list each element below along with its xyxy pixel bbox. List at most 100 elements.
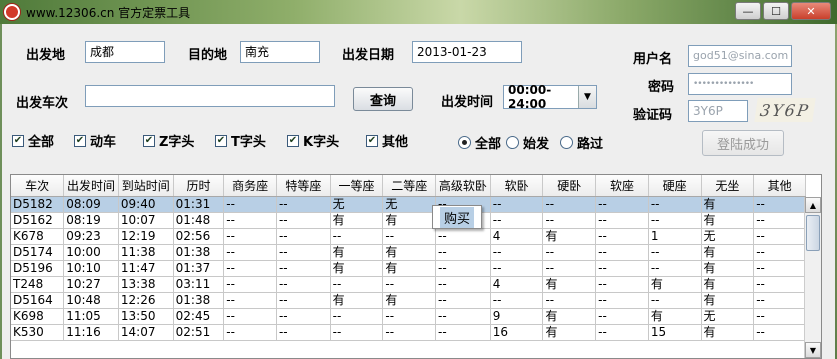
filter-t-label: T字头 (231, 135, 266, 150)
table-cell: D5164 (11, 292, 65, 309)
column-header[interactable]: 出发时间 (63, 175, 119, 197)
search-button[interactable]: 查询 (353, 87, 413, 111)
table-cell: -- (753, 212, 806, 229)
from-station-input[interactable]: 成都 (85, 41, 165, 63)
train-number-label: 出发车次 (16, 96, 69, 111)
arrow-up-icon[interactable]: ▲ (805, 197, 821, 213)
scrollbar-thumb[interactable] (806, 215, 820, 251)
window-controls: — ☐ ✕ (735, 2, 831, 20)
to-station-input[interactable]: 南充 (240, 41, 320, 63)
table-cell: 有 (382, 212, 437, 229)
table-cell: -- (753, 228, 806, 245)
table-cell: 4 (490, 228, 544, 245)
close-button[interactable]: ✕ (791, 2, 831, 20)
table-cell: 13:50 (118, 308, 174, 325)
station-pass-radio[interactable]: 路过 (560, 133, 603, 152)
table-cell: -- (595, 292, 649, 309)
column-header[interactable]: 高级软卧 (435, 175, 491, 197)
filter-other-checkbox[interactable]: ✔ 其他 (366, 131, 408, 150)
column-header[interactable]: 软卧 (490, 175, 544, 197)
check-icon: ✔ (215, 134, 227, 147)
table-row[interactable]: D5196 10:10 11:47 01:37 -- -- 有有 -- -- -- -- -- 有 -- (11, 260, 806, 277)
table-cell: 09:23 (63, 228, 119, 245)
chevron-down-icon[interactable]: ▼ (578, 86, 596, 108)
station-all-radio[interactable]: 全部 (458, 133, 501, 152)
departure-time-select[interactable]: 00:00-24:00 ▼ (503, 83, 597, 111)
table-cell: -- (648, 292, 702, 309)
filter-all-checkbox[interactable]: ✔ 全部 (12, 131, 54, 150)
column-header[interactable]: 一等座 (330, 175, 384, 197)
table-cell: D5174 (11, 244, 65, 261)
window-title: www.12306.cn 官方定票工具 (26, 5, 191, 20)
table-cell: -- (382, 324, 437, 341)
column-header[interactable]: 二等座 (382, 175, 437, 197)
column-header[interactable]: 硬座 (648, 175, 702, 197)
captcha-image[interactable]: 3Y6P (754, 98, 816, 122)
filter-z-checkbox[interactable]: ✔ Z字头 (143, 131, 194, 150)
column-header[interactable]: 到站时间 (118, 175, 174, 197)
radio-unselected-icon (560, 136, 573, 149)
table-cell: -- (753, 308, 806, 325)
train-number-input[interactable] (85, 85, 335, 107)
table-row[interactable]: D5164 10:48 12:26 01:38 -- -- 有有 -- -- -- -- -- 有 -- (11, 292, 806, 309)
table-cell: -- (595, 324, 649, 341)
table-row[interactable]: K678 09:23 12:19 02:56 -- -- -- -- -- 4 有 -- 1 无 -- (11, 228, 806, 245)
table-cell: T248 (11, 276, 65, 293)
table-cell: 15 (648, 324, 702, 341)
station-origin-radio[interactable]: 始发 (506, 133, 549, 152)
radio-selected-icon (458, 136, 471, 149)
table-cell: 无 (701, 228, 755, 245)
table-cell: 11:47 (118, 260, 174, 277)
username-input[interactable]: god51@sina.com (688, 45, 792, 67)
date-input[interactable]: 2013-01-23 (412, 41, 522, 63)
table-cell: -- (542, 212, 597, 229)
table-cell: 有 (542, 276, 597, 293)
from-label: 出发地 (26, 48, 66, 63)
table-cell: -- (595, 260, 649, 277)
filter-emu-checkbox[interactable]: ✔ 动车 (74, 131, 116, 150)
arrow-down-icon[interactable]: ▼ (805, 342, 821, 358)
table-cell: -- (753, 196, 806, 213)
table-cell: 08:09 (63, 196, 119, 213)
table-cell: -- (753, 324, 806, 341)
train-results-table[interactable]: 车次 出发时间 到站时间 历时 商务座 特等座 一等座 二等座 高级软卧 软卧 硬卧 软座 硬座 无坐 其他… (10, 174, 822, 359)
column-header[interactable]: 历时 (173, 175, 225, 197)
table-cell: 有 (382, 292, 437, 309)
vertical-scrollbar[interactable]: ▲ ▼ (804, 197, 821, 358)
to-label: 目的地 (188, 48, 228, 63)
password-input[interactable]: •••••••••••••• (688, 73, 792, 95)
column-header[interactable]: 商务座 (223, 175, 277, 197)
station-pass-label: 路过 (577, 137, 604, 152)
filter-k-checkbox[interactable]: ✔ K字头 (287, 131, 339, 150)
table-cell: K698 (11, 308, 65, 325)
table-row[interactable]: K698 11:05 13:50 02:45 -- -- -- -- -- 9 有 -- 有无 -- (11, 308, 806, 325)
table-cell: 有 (701, 276, 755, 293)
maximize-button[interactable]: ☐ (763, 2, 789, 20)
table-row[interactable]: K530 11:16 14:07 02:51 -- -- -- -- -- 16 有 -- 15 有 -- (11, 324, 806, 341)
column-header[interactable]: 其他 (753, 175, 806, 197)
table-row[interactable]: D5174 10:00 11:38 01:38 -- -- 有有 -- -- -- -- -- 有 -- (11, 244, 806, 261)
check-icon: ✔ (74, 134, 86, 147)
table-cell: 10:00 (63, 244, 119, 261)
title-bar[interactable]: www.12306.cn 官方定票工具 — ☐ ✕ (0, 0, 837, 24)
table-row[interactable]: D5182 08:09 09:40 01:31 -- -- 无无 -- -- -- -- -- 有 -- (11, 196, 806, 213)
column-header[interactable]: 车次 (11, 175, 65, 197)
filter-t-checkbox[interactable]: ✔ T字头 (215, 131, 266, 150)
table-cell: -- (330, 228, 384, 245)
table-cell: 无 (330, 196, 384, 213)
column-header[interactable]: 软座 (595, 175, 649, 197)
table-cell: -- (276, 308, 331, 325)
login-button[interactable]: 登陆成功 (702, 130, 784, 156)
captcha-input[interactable]: 3Y6P (688, 100, 748, 122)
minimize-button[interactable]: — (735, 2, 761, 20)
buy-menu-item[interactable]: 购买 (439, 206, 474, 228)
column-header[interactable]: 特等座 (276, 175, 331, 197)
table-cell: 09:40 (118, 196, 174, 213)
table-row[interactable]: D516208:1910:0701:48----有有----------有-- (11, 212, 806, 229)
table-row[interactable]: T248 10:27 13:38 03:11 -- -- -- -- -- 4 有 -- 有有 -- (11, 276, 806, 293)
column-header[interactable]: 无坐 (701, 175, 755, 197)
column-header[interactable]: 硬卧 (542, 175, 597, 197)
table-cell: -- (595, 212, 649, 229)
table-cell: -- (223, 196, 277, 213)
table-cell: -- (276, 212, 331, 229)
